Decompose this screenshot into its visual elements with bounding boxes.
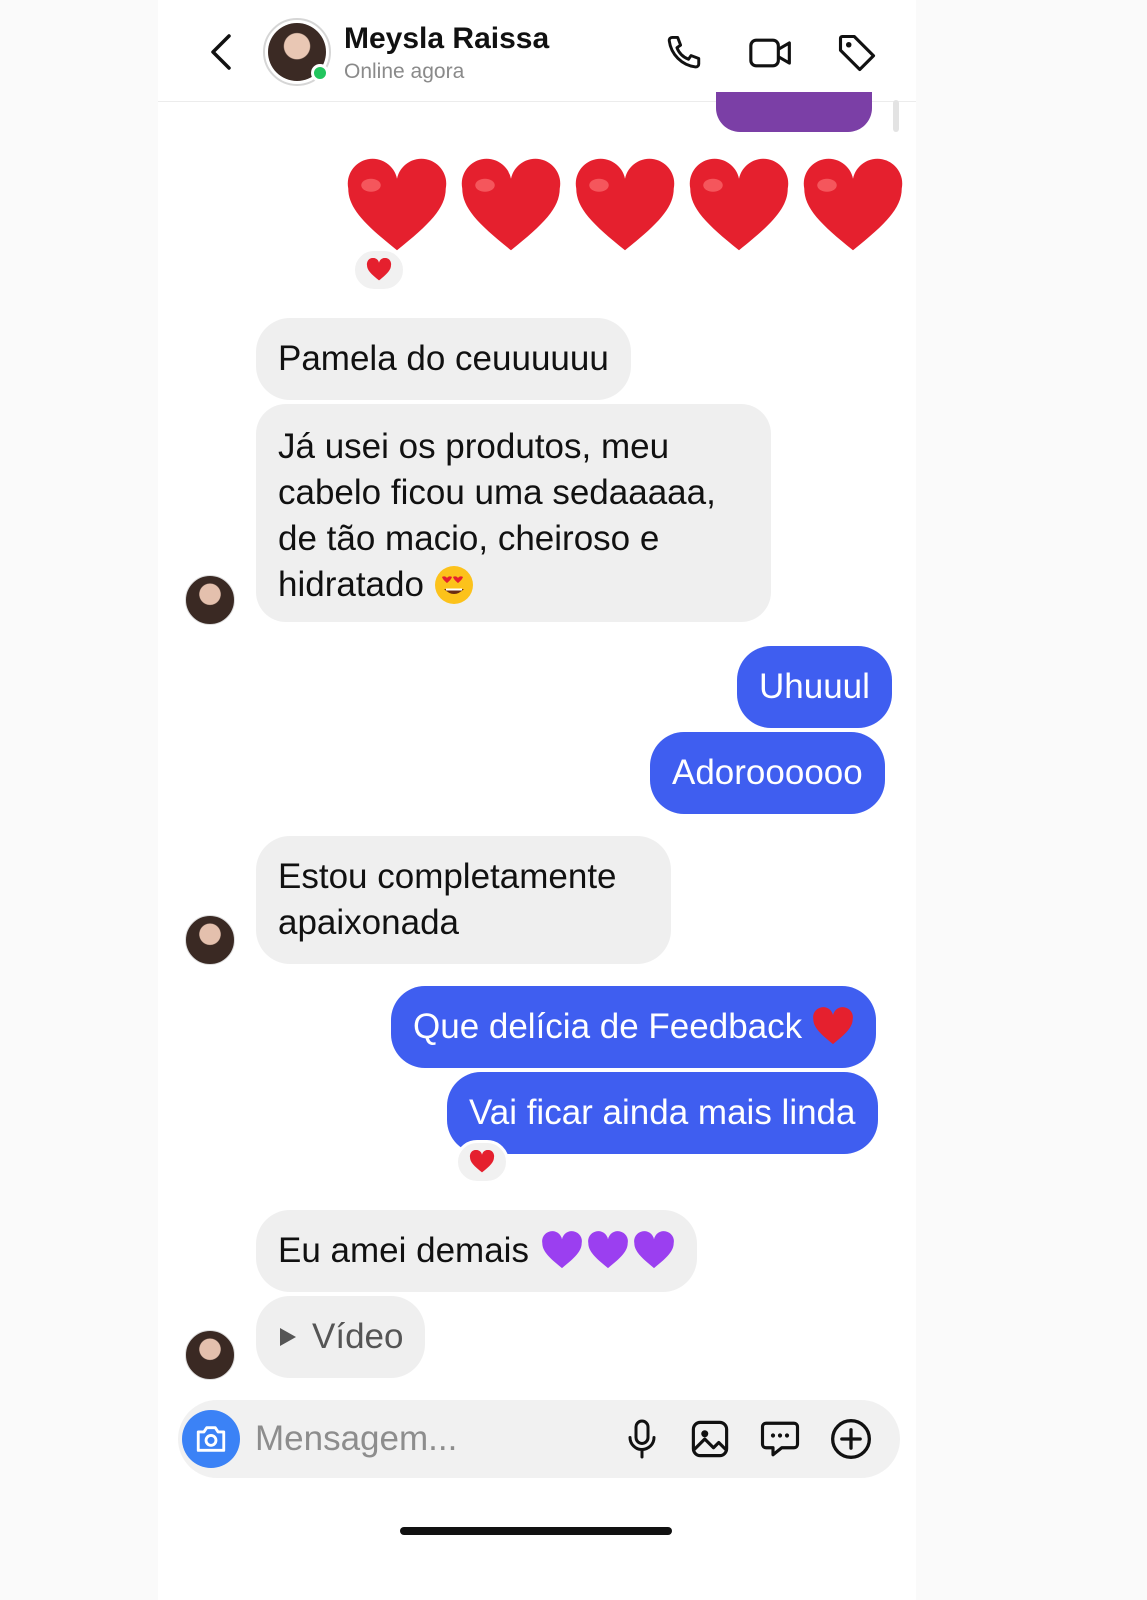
contact-status: Online agora [344,60,465,83]
red-heart-icon [366,258,392,281]
contact-avatar-small[interactable] [185,575,235,625]
incoming-message[interactable]: Pamela do ceuuuuuu [256,318,631,400]
camera-button[interactable] [182,1410,240,1468]
tag-icon [838,34,876,72]
more-options-button[interactable] [827,1415,875,1463]
contact-avatar-small[interactable] [185,915,235,965]
red-heart-icon [461,158,561,251]
message-text: Vídeo [312,1317,404,1356]
microphone-icon [628,1419,656,1459]
message-text: Que delícia de Feedback [413,1007,803,1046]
message-line: Já usei os produtos, meu [278,427,670,466]
heart-reaction[interactable] [352,248,406,292]
purple-heart-icon [588,1231,628,1269]
outgoing-message[interactable]: Uhuuul [737,646,892,728]
message-text: Vai ficar ainda mais linda [469,1093,856,1132]
message-line: apaixonada [278,903,459,942]
message-text: Adoroooooo [672,753,863,792]
video-camera-icon [749,38,791,68]
hearts-emoji-message[interactable] [345,156,905,266]
message-text: Pamela do ceuuuuuu [278,339,609,378]
message-input[interactable] [255,1412,595,1466]
message-line: de tão macio, cheiroso e [278,519,660,558]
red-heart-icon [469,1150,495,1173]
video-message[interactable]: Vídeo [256,1296,426,1378]
outgoing-message[interactable]: Adoroooooo [650,732,885,814]
gallery-button[interactable] [686,1415,734,1463]
call-button[interactable] [660,28,710,78]
red-heart-icon [575,158,675,251]
online-indicator [311,64,329,82]
video-call-button[interactable] [746,28,796,78]
back-chevron-icon [211,34,231,70]
incoming-message[interactable]: Já usei os produtos, meu cabelo ficou um… [256,404,771,622]
message-text: Uhuuul [759,667,870,706]
voice-message-button[interactable] [618,1415,666,1463]
heart-reaction[interactable] [455,1140,509,1184]
home-indicator[interactable] [400,1527,672,1535]
message-line: hidratado [278,565,424,604]
purple-hearts [541,1231,675,1271]
phone-icon [667,35,701,69]
red-heart-icon [813,1007,854,1045]
outgoing-message[interactable]: Que delícia de Feedback [391,986,877,1068]
tag-button[interactable] [832,28,882,78]
gallery-icon [691,1420,729,1458]
previous-message-bubble [716,92,872,132]
message-text: Eu amei demais [278,1231,529,1270]
camera-icon [196,1426,226,1452]
incoming-message[interactable]: Eu amei demais [256,1210,697,1292]
outgoing-message[interactable]: Vai ficar ainda mais linda [447,1072,878,1154]
contact-name[interactable]: Meysla Raissa [344,22,549,56]
back-button[interactable] [200,28,240,76]
red-heart-icon [689,158,789,251]
contact-avatar-small[interactable] [185,1330,235,1380]
scrollbar[interactable] [893,100,899,132]
message-line: Estou completamente [278,857,617,896]
sticker-icon [760,1421,800,1457]
sticker-button[interactable] [756,1415,804,1463]
play-icon [280,1328,296,1346]
message-line: cabelo ficou uma sedaaaaa, [278,473,716,512]
incoming-message[interactable]: Estou completamente apaixonada [256,836,671,964]
purple-heart-icon [542,1231,582,1269]
purple-heart-icon [634,1231,674,1269]
heart-eyes-emoji-icon [434,566,473,604]
red-heart-icon [803,158,903,251]
plus-circle-icon [831,1419,871,1459]
red-heart-icon [347,158,447,251]
